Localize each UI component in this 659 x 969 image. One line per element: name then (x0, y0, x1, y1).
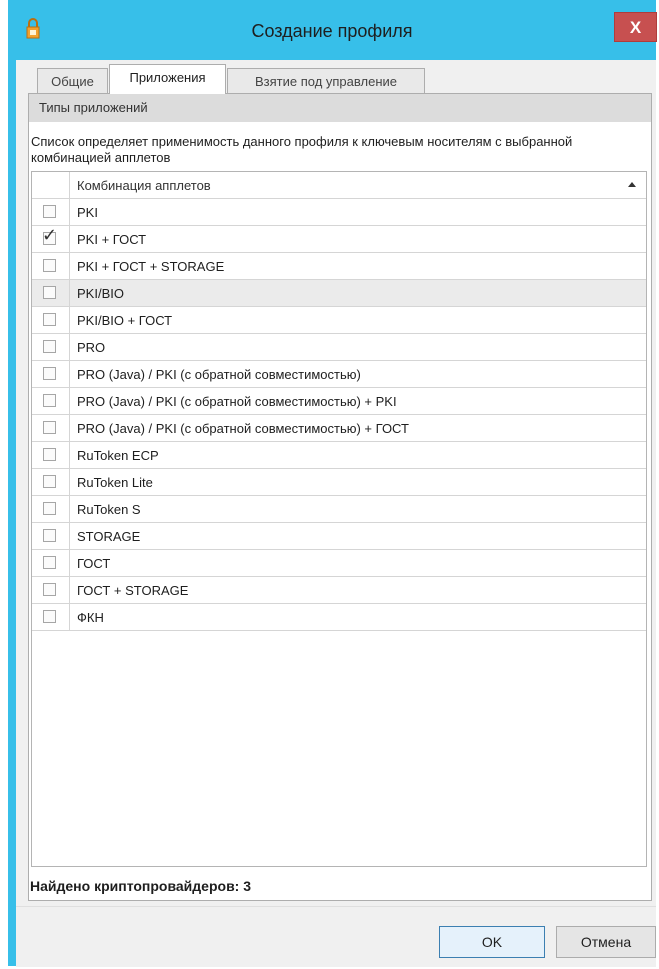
table-row[interactable]: ФКН (32, 604, 646, 631)
table-row[interactable]: PKI (32, 199, 646, 226)
cancel-button[interactable]: Отмена (556, 926, 656, 958)
row-checkbox[interactable] (43, 610, 56, 623)
row-label: ФКН (77, 610, 104, 625)
tab-general[interactable]: Общие (37, 68, 108, 94)
table-row[interactable]: PRO (Java) / PKI (с обратной совместимос… (32, 415, 646, 442)
column-divider (69, 199, 70, 226)
column-divider (69, 523, 70, 550)
ok-button[interactable]: OK (439, 926, 545, 958)
column-divider (69, 253, 70, 280)
status-text: Найдено криптопровайдеров: 3 (30, 878, 252, 894)
section-description: Список определяет применимость данного п… (31, 134, 573, 165)
row-checkbox[interactable] (43, 367, 56, 380)
grid-header: Комбинация апплетов (32, 172, 646, 199)
row-checkbox[interactable] (43, 502, 56, 515)
row-checkbox[interactable] (43, 259, 56, 272)
row-checkbox[interactable] (43, 475, 56, 488)
row-label: PKI/BIO + ГОСТ (77, 313, 173, 328)
column-divider (69, 226, 70, 253)
section-header: Типы приложений (29, 94, 651, 122)
table-row[interactable]: ГОСТ (32, 550, 646, 577)
sort-ascending-icon[interactable] (628, 182, 636, 187)
row-checkbox[interactable]: ✓ (42, 227, 57, 245)
column-divider (69, 550, 70, 577)
row-label: PKI (77, 205, 98, 220)
row-checkbox[interactable] (43, 421, 56, 434)
row-checkbox[interactable] (43, 313, 56, 326)
table-row[interactable]: ГОСТ + STORAGE (32, 577, 646, 604)
tab-applications[interactable]: Приложения (109, 64, 226, 94)
column-divider (69, 334, 70, 361)
dialog-footer: OK Отмена (16, 906, 656, 967)
row-checkbox[interactable] (43, 340, 56, 353)
row-checkbox[interactable] (43, 448, 56, 461)
tab-panel-applications: Типы приложений Список определяет примен… (28, 93, 652, 901)
row-checkbox[interactable] (43, 286, 56, 299)
close-button[interactable]: X (614, 12, 657, 42)
window-title: Создание профиля (251, 21, 413, 41)
table-row[interactable]: RuToken Lite (32, 469, 646, 496)
row-label: PRO (Java) / PKI (с обратной совместимос… (77, 367, 361, 382)
row-label: ГОСТ (77, 556, 111, 571)
column-divider (69, 388, 70, 415)
column-divider (69, 604, 70, 631)
column-divider (69, 442, 70, 469)
row-label: PRO (Java) / PKI (с обратной совместимос… (77, 394, 397, 409)
table-row[interactable]: PRO (Java) / PKI (с обратной совместимос… (32, 361, 646, 388)
row-label: PRO (77, 340, 106, 355)
table-row[interactable]: PRO (32, 334, 646, 361)
row-label: STORAGE (77, 529, 141, 544)
dialog-window: Создание профиля X Общие Приложения Взят… (8, 0, 657, 967)
column-header-applets[interactable]: Комбинация апплетов (77, 178, 211, 193)
applets-grid: Комбинация апплетов PKI ✓ PKI + ГОСТ PKI + … (31, 171, 647, 867)
row-checkbox[interactable] (43, 394, 56, 407)
row-label: RuToken Lite (77, 475, 153, 490)
row-checkbox[interactable] (43, 529, 56, 542)
row-label: PKI + ГОСТ + STORAGE (77, 259, 225, 274)
table-row[interactable]: RuToken ECP (32, 442, 646, 469)
row-label: PKI + ГОСТ (77, 232, 147, 247)
table-row[interactable]: ✓ PKI + ГОСТ (32, 226, 646, 253)
table-row[interactable]: PKI/BIO (32, 280, 646, 307)
column-divider (69, 415, 70, 442)
row-checkbox[interactable] (43, 205, 56, 218)
column-divider (69, 280, 70, 307)
title-bar[interactable]: Создание профиля X (8, 0, 657, 60)
tab-take-control[interactable]: Взятие под управление (227, 68, 425, 94)
row-label: RuToken ECP (77, 448, 159, 463)
row-checkbox[interactable] (43, 583, 56, 596)
row-label: PRO (Java) / PKI (с обратной совместимос… (77, 421, 409, 436)
table-row[interactable]: RuToken S (32, 496, 646, 523)
table-row[interactable]: PKI/BIO + ГОСТ (32, 307, 646, 334)
checkmark-icon: ✓ (42, 225, 58, 246)
row-label: ГОСТ + STORAGE (77, 583, 189, 598)
column-divider (69, 307, 70, 334)
column-divider (69, 469, 70, 496)
column-divider (69, 496, 70, 523)
column-divider (69, 577, 70, 604)
table-row[interactable]: PKI + ГОСТ + STORAGE (32, 253, 646, 280)
dialog-client-area: Общие Приложения Взятие под управление Т… (16, 60, 656, 967)
row-checkbox[interactable] (43, 556, 56, 569)
row-label: PKI/BIO (77, 286, 124, 301)
table-row[interactable]: PRO (Java) / PKI (с обратной совместимос… (32, 388, 646, 415)
table-row[interactable]: STORAGE (32, 523, 646, 550)
column-divider (69, 361, 70, 388)
row-label: RuToken S (77, 502, 141, 517)
column-divider (69, 172, 70, 199)
